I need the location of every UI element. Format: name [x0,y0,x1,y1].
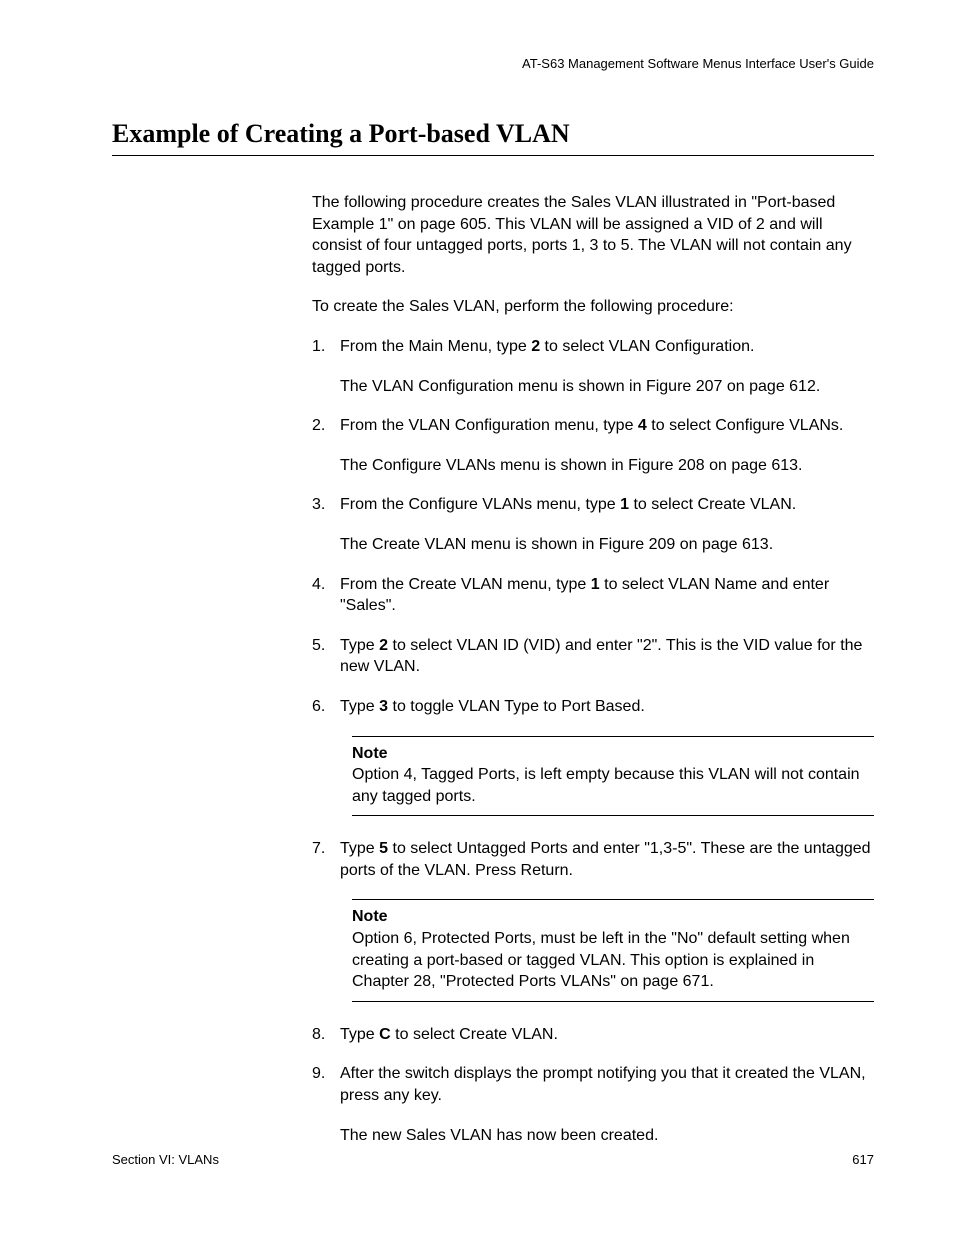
step-text-post: to select VLAN Configuration. [540,338,754,355]
body-column: The following procedure creates the Sale… [312,192,874,1146]
step-text-post: to select Untagged Ports and enter "1,3-… [340,840,871,879]
step-text-pre: Type [340,698,379,715]
step-text-pre: Type [340,840,379,857]
step-text-pre: From the Configure VLANs menu, type [340,496,620,513]
step-key: C [379,1026,391,1043]
step-9: 9. After the switch displays the prompt … [312,1063,874,1106]
footer-section: Section VI: VLANs [112,1152,219,1167]
note-text: Option 6, Protected Ports, must be left … [352,928,874,993]
page-footer: Section VI: VLANs 617 [112,1152,874,1167]
step-key: 4 [638,417,647,434]
section-title: Example of Creating a Port-based VLAN [112,119,874,156]
step-4: 4. From the Create VLAN menu, type 1 to … [312,574,874,617]
step-5: 5. Type 2 to select VLAN ID (VID) and en… [312,635,874,678]
step-body: After the switch displays the prompt not… [340,1063,874,1106]
intro-paragraph-1: The following procedure creates the Sale… [312,192,874,278]
step-body: From the Create VLAN menu, type 1 to sel… [340,574,874,617]
note-box-1: Note Option 4, Tagged Ports, is left emp… [352,736,874,817]
step-number: 8. [312,1024,340,1046]
step-8: 8. Type C to select Create VLAN. [312,1024,874,1046]
step-3-result: The Create VLAN menu is shown in Figure … [340,534,874,556]
step-number: 5. [312,635,340,678]
step-1: 1. From the Main Menu, type 2 to select … [312,336,874,358]
step-9-result: The new Sales VLAN has now been created. [340,1125,874,1147]
step-text-pre: Type [340,637,379,654]
step-text-pre: From the Create VLAN menu, type [340,576,591,593]
step-number: 1. [312,336,340,358]
step-number: 3. [312,494,340,516]
step-text-post: to select Configure VLANs. [647,417,844,434]
step-key: 1 [591,576,600,593]
step-number: 7. [312,838,340,881]
step-key: 2 [531,338,540,355]
running-header: AT-S63 Management Software Menus Interfa… [112,56,874,71]
note-label: Note [352,906,874,928]
step-number: 6. [312,696,340,718]
step-body: From the Configure VLANs menu, type 1 to… [340,494,874,516]
step-text-pre: From the Main Menu, type [340,338,531,355]
step-key: 1 [620,496,629,513]
step-body: From the Main Menu, type 2 to select VLA… [340,336,874,358]
step-1-result: The VLAN Configuration menu is shown in … [340,376,874,398]
step-text-post: to select Create VLAN. [629,496,796,513]
step-text-pre: Type [340,1026,379,1043]
page: AT-S63 Management Software Menus Interfa… [0,0,954,1235]
intro-paragraph-2: To create the Sales VLAN, perform the fo… [312,296,874,318]
step-number: 9. [312,1063,340,1106]
note-label: Note [352,743,874,765]
step-3: 3. From the Configure VLANs menu, type 1… [312,494,874,516]
step-body: Type 3 to toggle VLAN Type to Port Based… [340,696,874,718]
step-7: 7. Type 5 to select Untagged Ports and e… [312,838,874,881]
step-number: 4. [312,574,340,617]
step-text-post: to select VLAN ID (VID) and enter "2". T… [340,637,862,676]
step-6: 6. Type 3 to toggle VLAN Type to Port Ba… [312,696,874,718]
step-key: 3 [379,698,388,715]
step-key: 2 [379,637,388,654]
step-body: Type 5 to select Untagged Ports and ente… [340,838,874,881]
step-body: From the VLAN Configuration menu, type 4… [340,415,874,437]
step-body: Type C to select Create VLAN. [340,1024,874,1046]
step-number: 2. [312,415,340,437]
step-2-result: The Configure VLANs menu is shown in Fig… [340,455,874,477]
step-text-post: to toggle VLAN Type to Port Based. [388,698,645,715]
step-2: 2. From the VLAN Configuration menu, typ… [312,415,874,437]
step-body: Type 2 to select VLAN ID (VID) and enter… [340,635,874,678]
note-box-2: Note Option 6, Protected Ports, must be … [352,899,874,1001]
note-text: Option 4, Tagged Ports, is left empty be… [352,764,874,807]
step-key: 5 [379,840,388,857]
step-text-post: to select Create VLAN. [391,1026,558,1043]
step-text-pre: From the VLAN Configuration menu, type [340,417,638,434]
footer-page-number: 617 [852,1152,874,1167]
